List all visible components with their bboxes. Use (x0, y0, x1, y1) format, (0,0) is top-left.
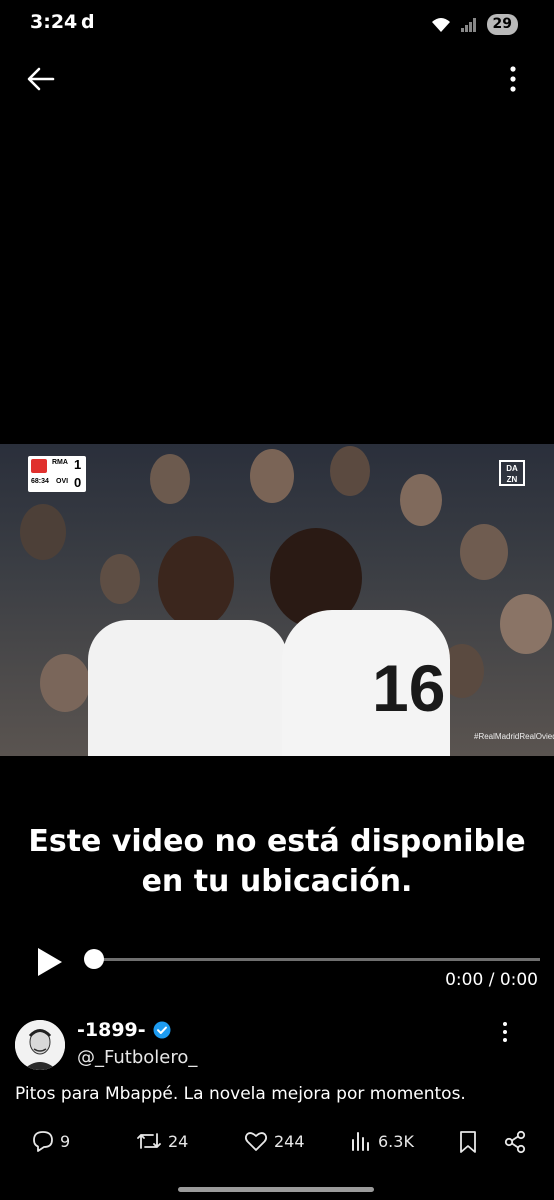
wifi-icon (431, 17, 450, 32)
video-unavailable-message: Este video no está disponible en tu ubic… (0, 822, 554, 902)
verified-badge-icon (153, 1021, 171, 1039)
share-icon (504, 1130, 526, 1154)
author-name[interactable]: -1899- (77, 1019, 171, 1041)
repost-count: 24 (168, 1131, 189, 1151)
dazn-logo: DA ZN (499, 460, 525, 486)
status-icons: 29 (431, 14, 518, 35)
away-score: 0 (74, 475, 82, 490)
bookmark-button[interactable] (458, 1130, 478, 1154)
like-count: 244 (274, 1131, 305, 1151)
match-clock: 68:34 (31, 478, 49, 485)
home-team: RMA (52, 459, 68, 466)
analytics-bars-icon (352, 1132, 369, 1151)
more-options-button[interactable] (498, 62, 528, 96)
status-bar: 3:24 d 29 (0, 0, 554, 50)
signal-icon (460, 17, 476, 32)
post-text: Pitos para Mbappé. La novela mejora por … (15, 1084, 466, 1104)
player-left-shirt (88, 620, 288, 756)
repost-button[interactable]: 24 (136, 1130, 188, 1152)
avatar[interactable] (15, 1020, 65, 1070)
player-left-head (158, 536, 234, 628)
seek-thumb[interactable] (84, 949, 104, 969)
reply-count: 9 (60, 1131, 71, 1151)
shirt-number: 16 (372, 651, 446, 725)
views-button[interactable]: 6.3K (350, 1130, 414, 1152)
status-app-indicator: d (81, 11, 95, 33)
share-button[interactable] (504, 1130, 526, 1154)
more-vertical-icon (503, 1022, 507, 1042)
play-icon (38, 948, 62, 976)
display-name[interactable]: -1899- (77, 1019, 146, 1041)
status-time: 3:24 (30, 11, 78, 33)
league-logo-icon (31, 459, 47, 473)
seek-bar[interactable] (92, 958, 540, 961)
view-count: 6.3K (378, 1131, 414, 1151)
reply-icon (33, 1131, 53, 1152)
battery-indicator: 29 (486, 14, 518, 35)
play-button[interactable] (36, 946, 64, 978)
unavailable-line-2: en tu ubicación. (141, 864, 413, 899)
home-indicator[interactable] (178, 1187, 374, 1192)
scorebug: RMA 68:34 OVI 1 0 (28, 456, 86, 492)
author-handle[interactable]: @_Futbolero_ (77, 1047, 197, 1068)
home-score: 1 (74, 457, 82, 472)
post-more-button[interactable] (498, 1020, 512, 1044)
arrow-left-icon (27, 67, 55, 91)
back-button[interactable] (24, 62, 58, 96)
heart-icon (244, 1132, 268, 1151)
video-frame[interactable]: 16 RMA 68:34 OVI 1 0 DA ZN #RealMadridRea… (0, 444, 554, 756)
away-team: OVI (56, 478, 69, 485)
repost-icon (137, 1133, 161, 1149)
more-vertical-icon (510, 66, 516, 92)
like-button[interactable]: 244 (244, 1130, 305, 1152)
reply-button[interactable]: 9 (32, 1130, 70, 1152)
avatar-portrait-icon (15, 1020, 65, 1070)
time-display: 0:00 / 0:00 (445, 970, 538, 990)
video-hashtag: #RealMadridRealOviedo (474, 732, 554, 741)
bookmark-icon (460, 1131, 476, 1153)
unavailable-line-1: Este video no está disponible (28, 824, 526, 859)
